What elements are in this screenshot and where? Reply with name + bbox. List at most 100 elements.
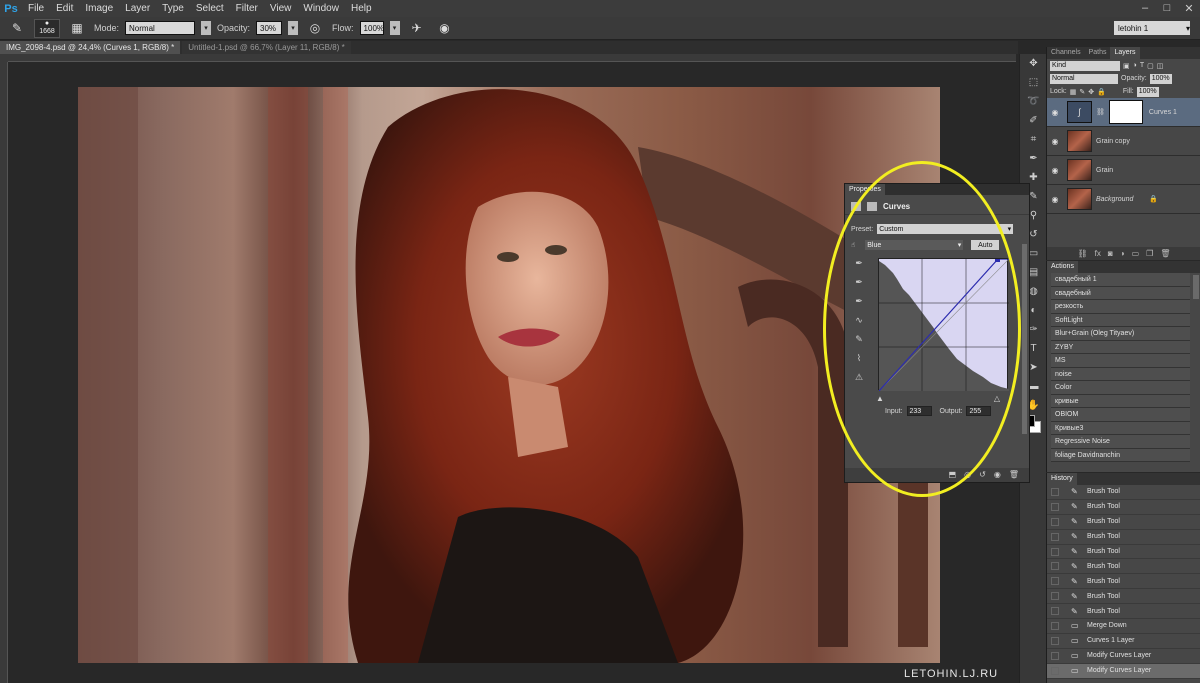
curves-graph[interactable] bbox=[878, 257, 1010, 392]
mode-select[interactable]: Normal bbox=[125, 21, 196, 35]
history-snapshot-checkbox[interactable] bbox=[1051, 547, 1059, 556]
menu-view[interactable]: View bbox=[264, 0, 298, 17]
eye-icon[interactable]: ◉ bbox=[1049, 108, 1061, 117]
black-slider-icon[interactable]: ▲ bbox=[876, 394, 884, 403]
history-state[interactable]: ✎ Brush Tool bbox=[1047, 545, 1200, 560]
action-item[interactable]: OBIOM bbox=[1051, 408, 1190, 422]
tab-channels[interactable]: Channels bbox=[1047, 47, 1085, 59]
layer-row-grain[interactable]: ◉ Grain bbox=[1047, 156, 1200, 185]
curve-point[interactable] bbox=[995, 257, 1000, 262]
maximize-button[interactable]: □ bbox=[1156, 2, 1178, 15]
filter-type-icon[interactable]: T bbox=[1140, 62, 1144, 69]
history-state[interactable]: ✎ Brush Tool bbox=[1047, 604, 1200, 620]
layer-row-grain-copy[interactable]: ◉ Grain copy bbox=[1047, 127, 1200, 156]
opacity-input[interactable]: 30% bbox=[256, 21, 283, 35]
eyedropper-tool-icon[interactable]: ✒ bbox=[1020, 149, 1047, 168]
close-button[interactable]: ✕ bbox=[1178, 2, 1200, 15]
quick-select-tool-icon[interactable]: ✐ bbox=[1020, 111, 1047, 130]
lasso-tool-icon[interactable]: ➰ bbox=[1020, 92, 1047, 111]
history-snapshot-checkbox[interactable] bbox=[1051, 487, 1059, 496]
action-item[interactable]: свадебный 1 bbox=[1051, 273, 1190, 287]
action-item[interactable]: MS bbox=[1051, 354, 1190, 368]
smooth-curve-icon[interactable]: ⌇ bbox=[851, 353, 867, 372]
action-item[interactable]: резкость bbox=[1051, 300, 1190, 314]
channel-select[interactable]: Blue ▾ bbox=[865, 240, 964, 250]
action-item[interactable]: Blur+Grain (Oleg Tityaev) bbox=[1051, 327, 1190, 341]
history-state[interactable]: ▭ Modify Curves Layer bbox=[1047, 649, 1200, 664]
marquee-tool-icon[interactable]: ⬚ bbox=[1020, 73, 1047, 92]
portrait-photo[interactable] bbox=[78, 87, 940, 663]
action-item[interactable]: ZYBY bbox=[1051, 340, 1190, 354]
new-adjustment-icon[interactable]: ◑ bbox=[1120, 247, 1125, 260]
history-state[interactable]: ✎ Brush Tool bbox=[1047, 485, 1200, 500]
history-state[interactable]: ✎ Brush Tool bbox=[1047, 559, 1200, 575]
action-item[interactable]: Color bbox=[1051, 381, 1190, 395]
add-mask-icon[interactable]: ◙ bbox=[1108, 247, 1113, 260]
lock-position-icon[interactable]: ✥ bbox=[1088, 88, 1094, 96]
pencil-draw-icon[interactable]: ✎ bbox=[851, 334, 867, 353]
history-snapshot-checkbox[interactable] bbox=[1051, 666, 1059, 675]
tab-document-1[interactable]: IMG_2098-4.psd @ 24,4% (Curves 1, RGB/8)… bbox=[0, 41, 181, 54]
history-snapshot-checkbox[interactable] bbox=[1051, 562, 1059, 571]
mask-icon[interactable] bbox=[867, 202, 877, 211]
clipping-warning-icon[interactable]: ⚠ bbox=[851, 372, 867, 391]
new-layer-icon[interactable]: ❐ bbox=[1146, 247, 1153, 260]
history-state[interactable]: ▭ Curves 1 Layer bbox=[1047, 634, 1200, 649]
preset-select[interactable]: Custom ▾ bbox=[877, 224, 1014, 234]
menu-layer[interactable]: Layer bbox=[119, 0, 156, 17]
history-state[interactable]: ✎ Brush Tool bbox=[1047, 574, 1200, 590]
auto-button[interactable]: Auto bbox=[971, 240, 1000, 250]
filter-kind-select[interactable]: Kind bbox=[1050, 60, 1120, 71]
tab-layers[interactable]: Layers bbox=[1110, 47, 1140, 59]
action-item[interactable]: кривые bbox=[1051, 394, 1190, 408]
action-item[interactable]: Regressive Noise bbox=[1051, 435, 1190, 449]
black-point-eyedropper-icon[interactable]: ✒ bbox=[851, 258, 867, 277]
menu-edit[interactable]: Edit bbox=[50, 0, 79, 17]
lock-transparency-icon[interactable]: ▦ bbox=[1070, 88, 1077, 96]
brush-preset-picker[interactable]: ● 1668 bbox=[34, 18, 60, 38]
filter-shape-icon[interactable]: ▢ bbox=[1147, 62, 1154, 70]
blend-mode-select[interactable]: Normal bbox=[1050, 73, 1118, 84]
gray-point-eyedropper-icon[interactable]: ✒ bbox=[851, 277, 867, 296]
menu-window[interactable]: Window bbox=[297, 0, 345, 17]
tab-properties[interactable]: Properties bbox=[845, 184, 885, 195]
actions-scrollbar[interactable] bbox=[1193, 275, 1199, 299]
history-snapshot-checkbox[interactable] bbox=[1051, 607, 1059, 616]
move-tool-icon[interactable]: ✥ bbox=[1020, 54, 1047, 73]
history-state[interactable]: ▭ Modify Curves Layer bbox=[1047, 663, 1200, 679]
output-field[interactable]: 255 bbox=[966, 406, 992, 416]
layer-style-icon[interactable]: fx bbox=[1095, 247, 1101, 260]
action-item[interactable]: SoftLight bbox=[1051, 313, 1190, 327]
layer-opacity-input[interactable]: 100% bbox=[1149, 73, 1172, 84]
chevron-down-icon[interactable]: ▾ bbox=[389, 21, 400, 35]
link-layers-icon[interactable]: ⛓ bbox=[1078, 247, 1088, 260]
tab-document-2[interactable]: Untitled-1.psd @ 66,7% (Layer 11, RGB/8)… bbox=[182, 41, 351, 54]
eye-icon[interactable]: ◉ bbox=[1049, 195, 1061, 204]
eye-icon[interactable]: ◉ bbox=[1049, 137, 1061, 146]
history-state[interactable]: ✎ Brush Tool bbox=[1047, 530, 1200, 545]
history-state[interactable]: ✎ Brush Tool bbox=[1047, 589, 1200, 605]
properties-scrollbar[interactable] bbox=[1022, 244, 1027, 434]
menu-type[interactable]: Type bbox=[156, 0, 190, 17]
history-snapshot-checkbox[interactable] bbox=[1051, 517, 1059, 526]
history-snapshot-checkbox[interactable] bbox=[1051, 636, 1059, 645]
brush-tool-icon[interactable]: ✎ bbox=[6, 19, 28, 37]
tab-paths[interactable]: Paths bbox=[1085, 47, 1111, 59]
action-item[interactable]: Кривые3 bbox=[1051, 421, 1190, 435]
history-state[interactable]: ✎ Brush Tool bbox=[1047, 515, 1200, 530]
trash-icon[interactable]: 🗑 bbox=[1160, 247, 1170, 260]
visibility-icon[interactable]: ◉ bbox=[994, 468, 1001, 482]
white-slider-icon[interactable]: △ bbox=[994, 394, 1000, 403]
lock-all-icon[interactable]: 🔒 bbox=[1097, 88, 1106, 96]
history-snapshot-checkbox[interactable] bbox=[1051, 577, 1059, 586]
airbrush-icon[interactable]: ✈ bbox=[406, 19, 428, 37]
history-snapshot-checkbox[interactable] bbox=[1051, 532, 1059, 541]
pressure-size-icon[interactable]: ◉ bbox=[434, 19, 456, 37]
brush-panel-icon[interactable]: ▦ bbox=[66, 19, 88, 37]
clip-to-layer-icon[interactable]: ⬒ bbox=[949, 468, 957, 482]
history-snapshot-checkbox[interactable] bbox=[1051, 592, 1059, 601]
tab-history[interactable]: History bbox=[1047, 473, 1077, 485]
hand-adjust-icon[interactable]: ☝ bbox=[851, 241, 855, 249]
action-item[interactable]: свадебный bbox=[1051, 286, 1190, 300]
new-group-icon[interactable]: ▭ bbox=[1132, 247, 1140, 260]
